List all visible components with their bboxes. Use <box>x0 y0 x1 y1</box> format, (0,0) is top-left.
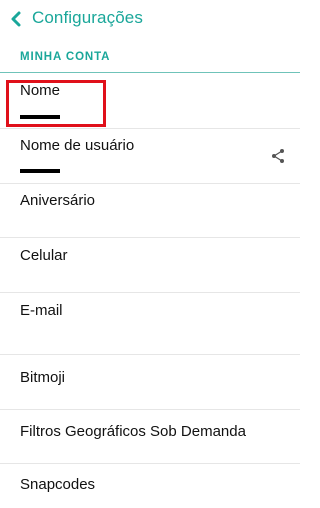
row-label: Snapcodes <box>20 476 96 493</box>
row-label: E-mail <box>20 302 63 319</box>
highlight-box <box>6 80 106 127</box>
row-label: Filtros Geográficos Sob Demanda <box>20 423 246 440</box>
section-header: MINHA CONTA <box>0 46 300 73</box>
settings-row-birthday[interactable]: Aniversário <box>0 184 300 238</box>
redacted-value <box>20 169 60 173</box>
section-label: MINHA CONTA <box>20 51 111 63</box>
row-label: Nome de usuário <box>20 137 135 154</box>
row-label: Celular <box>20 247 68 264</box>
settings-row-email[interactable]: E-mail <box>0 293 300 355</box>
settings-row-geofilters[interactable]: Filtros Geográficos Sob Demanda <box>0 410 300 464</box>
settings-row-phone[interactable]: Celular <box>0 238 300 293</box>
row-label: Bitmoji <box>20 369 66 386</box>
settings-row-bitmoji[interactable]: Bitmoji <box>0 355 300 410</box>
share-icon[interactable] <box>270 148 286 164</box>
header-bar: Configurações <box>0 0 300 40</box>
row-label: Aniversário <box>20 192 96 209</box>
chevron-left-icon[interactable] <box>9 10 23 28</box>
settings-row-username[interactable]: Nome de usuário <box>0 129 300 184</box>
page-title: Configurações <box>32 8 143 27</box>
settings-row-snapcodes[interactable]: Snapcodes <box>0 464 300 508</box>
